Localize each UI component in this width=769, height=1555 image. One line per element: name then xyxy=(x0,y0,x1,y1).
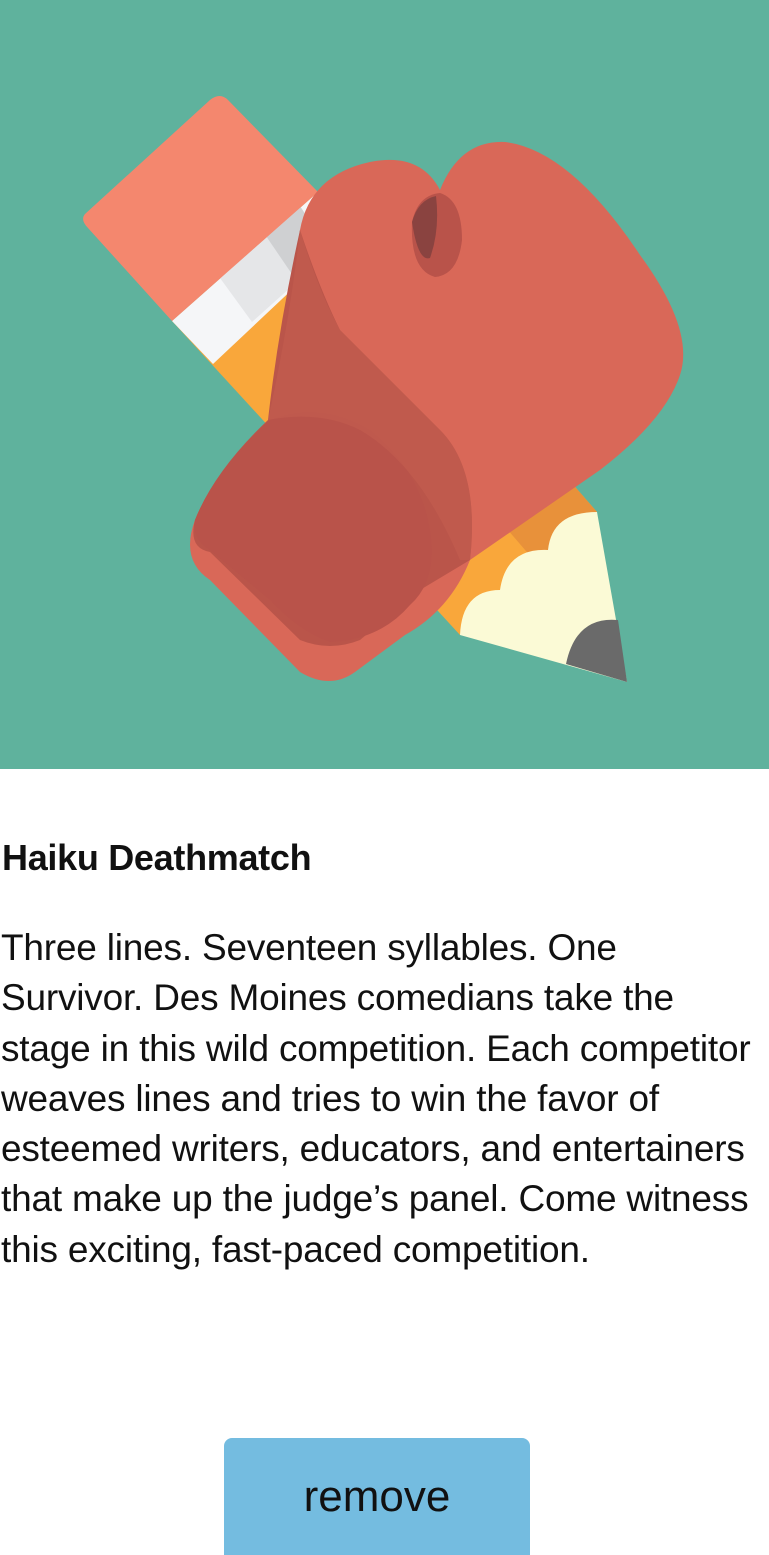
remove-button[interactable]: remove xyxy=(224,1438,530,1555)
event-title: Haiku Deathmatch xyxy=(2,837,312,878)
boxing-glove-pencil-icon xyxy=(83,96,684,682)
event-description: Three lines. Seventeen syllables. One Su… xyxy=(1,927,751,1270)
event-image xyxy=(0,0,769,769)
